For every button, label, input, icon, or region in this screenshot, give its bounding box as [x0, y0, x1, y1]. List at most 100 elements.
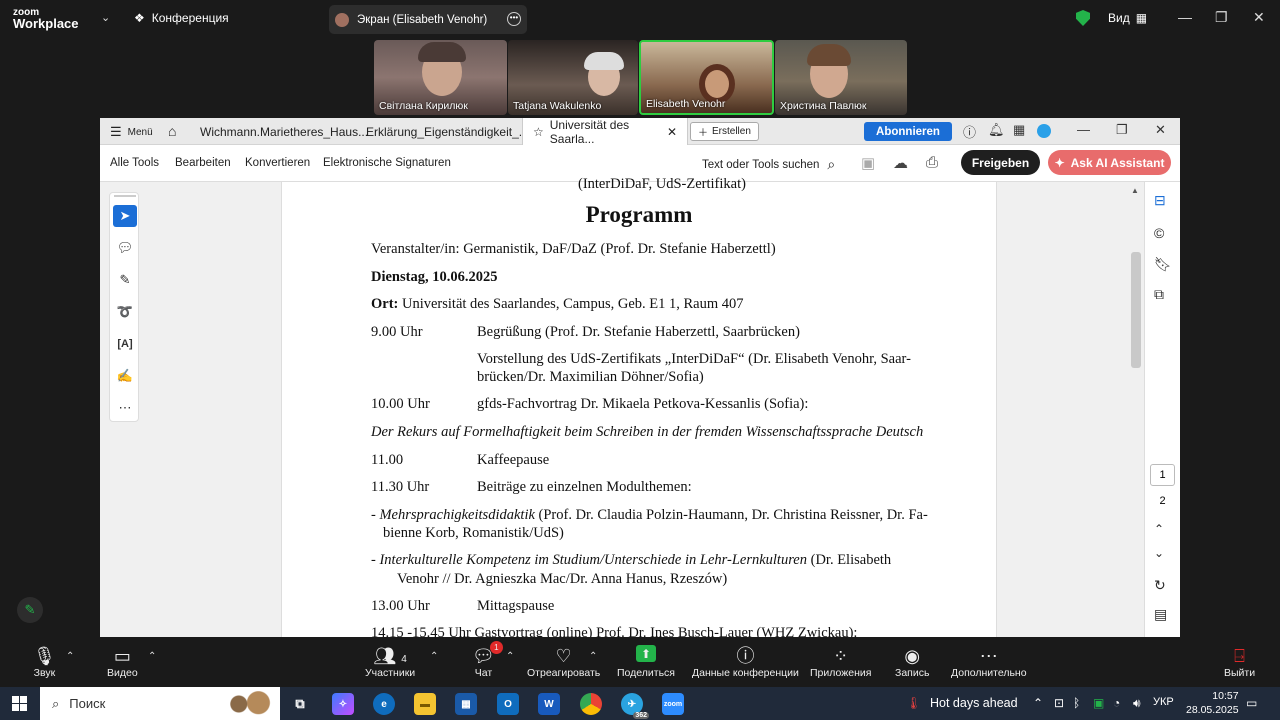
- refresh-icon[interactable]: ↻: [1154, 577, 1166, 594]
- text-box-icon[interactable]: [A]: [113, 333, 137, 355]
- document-viewport[interactable]: ➤ 💬︎ ✎ ➰ [A] ✍ ⋯ (InterDiDaF, UdS-Zertif…: [100, 176, 1144, 637]
- profile-icon[interactable]: [1037, 124, 1051, 138]
- video-button[interactable]: ▭ Видео: [107, 645, 138, 679]
- close-icon[interactable]: ✕: [1253, 9, 1265, 26]
- minimize-icon[interactable]: —: [1077, 122, 1090, 137]
- menu-button[interactable]: ☰ Menü: [110, 124, 153, 140]
- apps-button[interactable]: ⁘ Приложения: [810, 645, 871, 679]
- file-explorer-icon[interactable]: ▬: [414, 693, 436, 715]
- tab-close-icon[interactable]: ✕: [667, 125, 677, 139]
- participants-chevron-icon[interactable]: ⌃: [430, 651, 438, 662]
- ai-assistant-button[interactable]: ✦ Ask AI Assistant: [1048, 150, 1171, 175]
- tab-document-2[interactable]: Erklärung_Eigenständigkeit_...: [356, 118, 539, 145]
- zoom-logo-bottom: Workplace: [13, 16, 79, 31]
- page-thumb-1[interactable]: 1: [1150, 464, 1175, 486]
- annotate-pencil-icon[interactable]: ✎: [17, 597, 43, 623]
- menu-edit[interactable]: Bearbeiten: [175, 157, 231, 169]
- document-settings-icon[interactable]: ▤: [1154, 606, 1167, 623]
- audio-options-chevron-icon[interactable]: ⌃: [66, 651, 74, 662]
- maximize-icon[interactable]: ❐: [1215, 9, 1228, 26]
- video-tile[interactable]: Світлана Кирилюк: [374, 40, 507, 115]
- more-tools-icon[interactable]: ⋯: [113, 397, 137, 419]
- tray-green-icon[interactable]: ▣: [1093, 696, 1104, 710]
- audio-button[interactable]: 🎙︎ Звук: [33, 645, 56, 679]
- participants-button[interactable]: 👥︎ 4 Участники: [365, 645, 415, 679]
- video-tile-active-speaker[interactable]: Elisabeth Venohr: [639, 40, 774, 115]
- shield-icon[interactable]: [1076, 10, 1090, 26]
- comment-tool-icon[interactable]: 💬︎: [113, 237, 137, 259]
- home-icon[interactable]: ⌂: [168, 123, 176, 139]
- chat-chevron-icon[interactable]: ⌃: [506, 651, 514, 662]
- vertical-scrollbar[interactable]: ▲: [1130, 186, 1142, 636]
- microsoft-store-icon[interactable]: ▦: [455, 693, 477, 715]
- copilot-icon[interactable]: ✧: [332, 693, 354, 715]
- notifications-icon[interactable]: ▭: [1246, 696, 1257, 710]
- highlight-pen-icon[interactable]: ✎: [113, 269, 137, 291]
- share-screen-button[interactable]: ⬆ Поделиться: [617, 645, 675, 679]
- volume-icon[interactable]: 🔊︎: [1133, 696, 1141, 711]
- tool-search[interactable]: Text oder Tools suchen ⌕: [702, 156, 835, 173]
- zoom-taskbar-icon[interactable]: zoom: [662, 693, 684, 715]
- screen-share-indicator[interactable]: Экран (Elisabeth Venohr) •••: [329, 5, 527, 34]
- language-indicator[interactable]: УКР: [1153, 696, 1174, 708]
- conference-button[interactable]: ❖ Конференция: [134, 11, 229, 25]
- windows-start-icon[interactable]: [12, 696, 27, 711]
- page-thumb-2[interactable]: 2: [1150, 490, 1175, 512]
- tray-app-icon[interactable]: ⊡: [1054, 696, 1064, 710]
- copyright-icon[interactable]: ©: [1154, 225, 1164, 241]
- close-icon[interactable]: ✕: [1155, 122, 1166, 138]
- fill-sign-icon[interactable]: ✍: [113, 365, 137, 387]
- chrome-icon[interactable]: [580, 693, 602, 715]
- more-button[interactable]: ⋯ Дополнительно: [951, 645, 1027, 679]
- record-button[interactable]: ◉ Запись: [895, 645, 929, 679]
- video-options-chevron-icon[interactable]: ⌃: [148, 651, 156, 662]
- word-icon[interactable]: W: [538, 693, 560, 715]
- menu-convert[interactable]: Konvertieren: [245, 157, 310, 169]
- chevron-up-icon[interactable]: ⌃: [1154, 522, 1164, 536]
- star-icon[interactable]: ☆: [533, 125, 544, 139]
- minimize-icon[interactable]: —: [1178, 9, 1192, 25]
- bell-icon[interactable]: 🔔︎: [988, 122, 1005, 138]
- drag-handle[interactable]: [114, 195, 136, 197]
- weather-text[interactable]: Hot days ahead: [930, 696, 1018, 710]
- scrollbar-thumb[interactable]: [1131, 252, 1141, 368]
- task-view-icon[interactable]: ⧉: [289, 693, 311, 715]
- menu-all-tools[interactable]: Alle Tools: [110, 157, 159, 169]
- save-icon[interactable]: ▣: [861, 154, 875, 172]
- react-chevron-icon[interactable]: ⌃: [589, 651, 597, 662]
- tray-chevron-icon[interactable]: ⌃: [1033, 696, 1043, 710]
- outlook-icon[interactable]: O: [497, 693, 519, 715]
- chevron-down-icon[interactable]: ⌄: [1154, 546, 1164, 560]
- video-tile[interactable]: Tatjana Wakulenko: [508, 40, 638, 115]
- share-button[interactable]: Freigeben: [961, 150, 1040, 175]
- microphone-icon: 🎙︎: [33, 646, 56, 666]
- tab-document-3[interactable]: ☆ Universität des Saarla... ✕: [522, 118, 688, 146]
- draw-lasso-icon[interactable]: ➰: [113, 301, 137, 323]
- edge-icon[interactable]: e: [373, 693, 395, 715]
- apps-grid-icon[interactable]: ▦: [1013, 122, 1025, 138]
- tab-document-1[interactable]: Wichmann.Marietheres_Haus...: [190, 118, 378, 145]
- select-tool-icon[interactable]: ➤: [113, 205, 137, 227]
- view-button[interactable]: Вид ▦: [1108, 11, 1147, 25]
- upload-cloud-icon[interactable]: ☁: [893, 154, 908, 172]
- comments-panel-icon[interactable]: ⊟: [1154, 192, 1166, 209]
- scroll-up-icon[interactable]: ▲: [1131, 186, 1139, 195]
- new-tab-button[interactable]: ＋ Erstellen: [690, 122, 759, 141]
- chevron-down-icon[interactable]: ⌄: [101, 11, 110, 24]
- meeting-info-button[interactable]: ⓘ Данные конференции: [692, 645, 799, 679]
- maximize-icon[interactable]: ❐: [1116, 122, 1128, 138]
- chat-button[interactable]: 💬︎ 1 Чат: [472, 641, 503, 679]
- telegram-icon[interactable]: ✈ 362: [621, 693, 649, 719]
- video-tile[interactable]: Христина Павлюк: [775, 40, 907, 115]
- subscribe-button[interactable]: Abonnieren: [864, 122, 952, 141]
- pages-copy-icon[interactable]: ⧉: [1154, 286, 1164, 303]
- system-clock[interactable]: 10:57 28.05.2025: [1186, 689, 1239, 717]
- wifi-icon[interactable]: ◔: [1113, 696, 1120, 710]
- leave-button[interactable]: ⍈ Выйти: [1224, 645, 1255, 679]
- menu-esign[interactable]: Elektronische Signaturen: [323, 157, 451, 169]
- more-icon[interactable]: •••: [507, 12, 521, 26]
- bookmark-icon[interactable]: 🔖︎: [1154, 256, 1172, 273]
- bluetooth-icon[interactable]: ᛒ: [1073, 696, 1080, 710]
- print-icon[interactable]: ⎙: [926, 154, 938, 171]
- help-icon[interactable]: ⓘ: [963, 122, 976, 141]
